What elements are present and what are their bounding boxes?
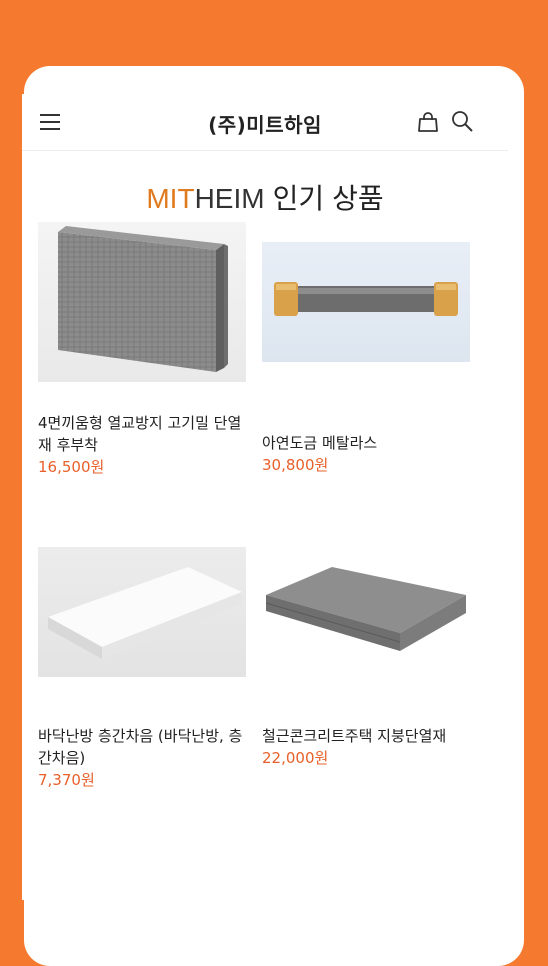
- product-price: 22,000원: [262, 749, 329, 767]
- app-screen: (주)미트하임 MITHEIM 인기 상품 4면끼움형 열교방지 고기밀 단열재…: [22, 94, 508, 900]
- product-image-floor-board[interactable]: [38, 547, 246, 677]
- product-image-metal-lath-roll[interactable]: [262, 242, 470, 362]
- product-price: 16,500원: [38, 458, 105, 476]
- product-card[interactable]: 아연도금 메탈라스 30,800원: [262, 222, 470, 476]
- product-name[interactable]: 4면끼움형 열교방지 고기밀 단열재 후부착: [38, 412, 246, 456]
- top-bar: (주)미트하임: [22, 94, 508, 151]
- section-title-suffix: 인기 상품: [264, 182, 384, 215]
- product-card[interactable]: 4면끼움형 열교방지 고기밀 단열재 후부착 16,500원: [38, 222, 246, 478]
- product-name[interactable]: 바닥난방 층간차음 (바닥난방, 층간차음): [38, 725, 246, 769]
- product-name[interactable]: 철근콘크리트주택 지붕단열재: [262, 725, 470, 747]
- product-price: 30,800원: [262, 456, 329, 474]
- section-title: MITHEIM 인기 상품: [22, 177, 508, 217]
- product-price: 7,370원: [38, 771, 95, 789]
- section-title-heim: HEIM: [194, 183, 265, 214]
- product-card[interactable]: 바닥난방 층간차음 (바닥난방, 층간차음) 7,370원: [38, 547, 246, 791]
- product-card[interactable]: 철근콘크리트주택 지붕단열재 22,000원: [262, 547, 470, 769]
- section-title-mit: MIT: [146, 183, 195, 214]
- product-name[interactable]: 아연도금 메탈라스: [262, 432, 470, 454]
- product-image-insulation-panel[interactable]: [38, 222, 246, 382]
- search-icon[interactable]: [450, 109, 474, 133]
- shopping-bag-icon[interactable]: [417, 111, 439, 133]
- product-image-roof-insulation[interactable]: [262, 547, 470, 677]
